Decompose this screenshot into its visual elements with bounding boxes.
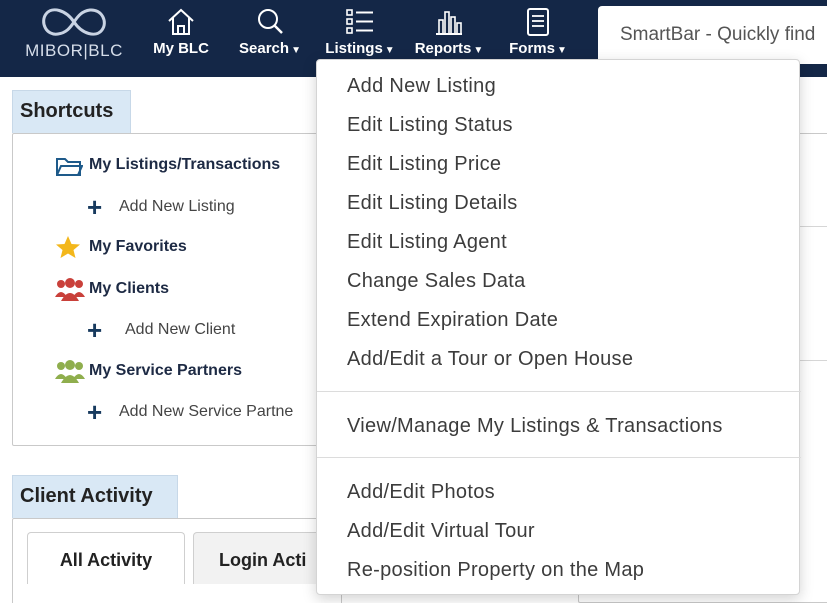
nav-search[interactable]: Search ▼ [234,0,306,77]
people-icon [55,278,85,301]
nav-label: My BLC [153,40,209,57]
folder-icon [56,158,83,176]
menu-item-add-new-listing[interactable]: Add New Listing [347,75,496,98]
tab-all-activity[interactable]: All Activity [27,532,185,584]
home-icon [168,8,194,35]
shortcuts-tab: Shortcuts [12,90,131,133]
client-activity-tab: Client Activity [12,475,178,518]
menu-separator [317,391,801,392]
shortcut-my-clients[interactable]: My Clients [55,278,170,301]
bar-chart-icon [436,11,462,35]
menu-item-reposition-property-map[interactable]: Re-position Property on the Map [347,559,644,582]
smartbar-search-input[interactable]: SmartBar - Quickly find [598,6,827,64]
menu-separator [317,457,801,458]
menu-item-change-sales-data[interactable]: Change Sales Data [347,270,526,293]
shortcuts-panel: My Listings/Transactions + Add New Listi… [12,133,342,446]
infinity-logo-icon [42,8,106,36]
shortcut-my-listings[interactable]: My Listings/Transactions [55,156,281,176]
shortcut-label: My Clients [89,280,170,297]
shortcut-my-favorites[interactable]: My Favorites [55,236,187,258]
caret-down-icon: ▼ [473,45,484,56]
magnifier-icon [258,9,283,34]
plus-icon: + [87,315,103,345]
plus-icon: + [87,192,103,222]
nav-label: Forms [509,40,555,57]
shortcut-label: My Service Partners [89,362,242,379]
menu-item-add-edit-virtual-tour[interactable]: Add/Edit Virtual Tour [347,520,535,543]
caret-down-icon: ▼ [384,45,395,56]
shortcut-my-service-partners[interactable]: My Service Partners [55,360,242,383]
caret-down-icon: ▼ [291,45,301,56]
shortcut-label: My Listings/Transactions [89,156,281,173]
tab-login-activity[interactable]: Login Acti [193,532,323,584]
listings-dropdown-menu: Add New Listing Edit Listing Status Edit… [316,59,801,595]
nav-label: Reports [414,40,472,57]
menu-item-edit-listing-agent[interactable]: Edit Listing Agent [347,231,507,254]
nav-my-blc[interactable]: My BLC [148,0,214,77]
nav-label: Listings [325,40,383,57]
star-icon [56,236,80,258]
list-icon [346,9,373,34]
mibor-blc-logo[interactable]: MIBOR|BLC [18,4,130,68]
nav-label: Search [239,40,290,57]
menu-item-edit-listing-details[interactable]: Edit Listing Details [347,192,518,215]
plus-icon: + [87,397,103,427]
menu-item-edit-listing-price[interactable]: Edit Listing Price [347,153,501,176]
menu-item-extend-expiration-date[interactable]: Extend Expiration Date [347,309,558,332]
menu-item-view-manage-listings[interactable]: View/Manage My Listings & Transactions [347,415,723,438]
menu-item-edit-listing-status[interactable]: Edit Listing Status [347,114,513,137]
menu-item-add-edit-tour-open-house[interactable]: Add/Edit a Tour or Open House [347,348,633,371]
logo-text: MIBOR|BLC [25,41,123,60]
people-icon [55,360,85,383]
caret-down-icon: ▼ [556,45,567,56]
shortcut-add-new-service-partner[interactable]: Add New Service Partne [119,403,329,421]
shortcut-add-new-client[interactable]: Add New Client [125,321,235,339]
shortcut-add-new-listing[interactable]: Add New Listing [119,198,235,216]
document-icon [527,8,549,36]
menu-item-add-edit-photos[interactable]: Add/Edit Photos [347,481,495,504]
shortcut-label: My Favorites [89,238,187,255]
